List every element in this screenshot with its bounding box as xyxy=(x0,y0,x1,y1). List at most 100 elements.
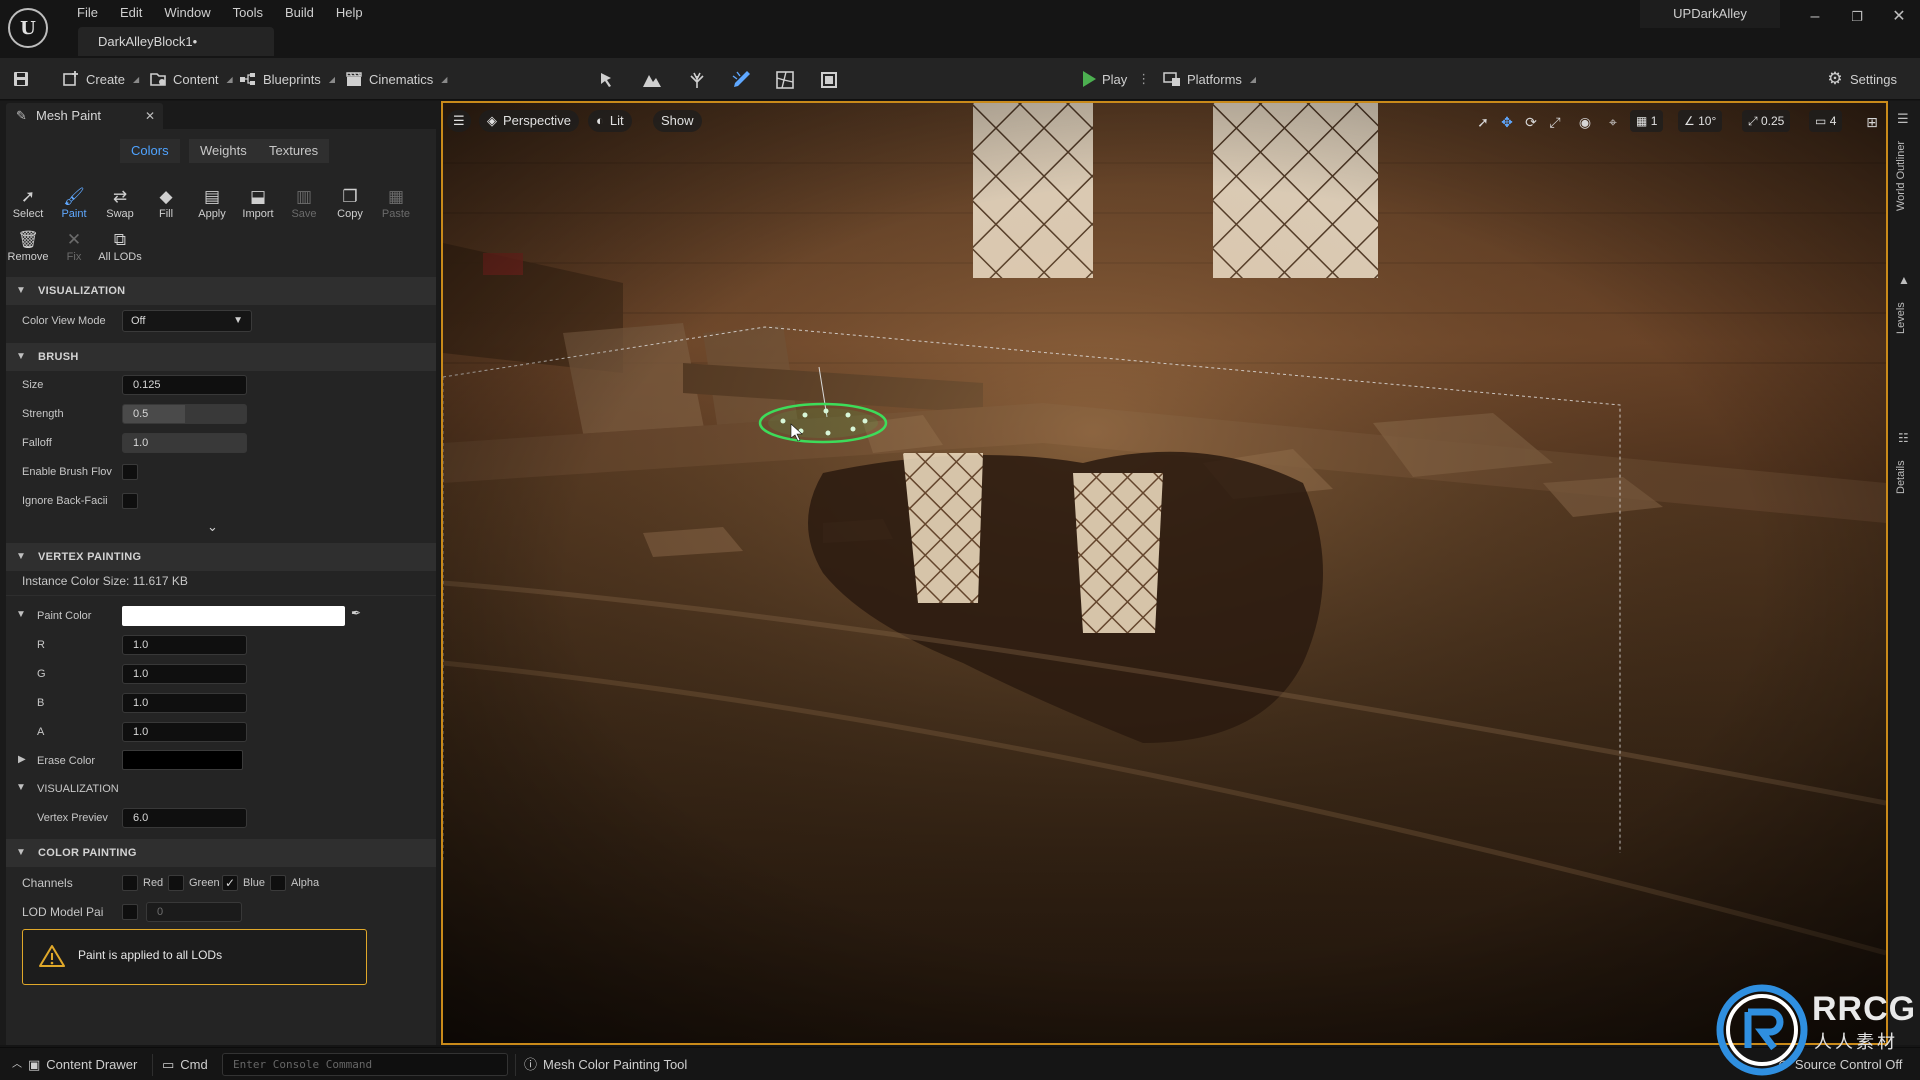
menu-window[interactable]: Window xyxy=(153,3,221,23)
minimize-button[interactable]: – xyxy=(1794,0,1836,34)
vertex-preview-field[interactable]: 6.0 xyxy=(122,808,247,828)
menu-tools[interactable]: Tools xyxy=(222,3,274,23)
foliage-mode-button[interactable] xyxy=(687,66,705,92)
menu-file[interactable]: File xyxy=(66,3,109,23)
color-view-mode-dropdown[interactable]: Off ▼ xyxy=(122,310,252,332)
tool-fill[interactable]: ◆ Fill xyxy=(144,186,188,226)
move-transform-icon[interactable]: ✥ xyxy=(1498,113,1516,131)
platforms-button[interactable]: Platforms ◢ xyxy=(1163,66,1256,92)
play-options-icon[interactable]: ⋮ xyxy=(1137,71,1150,87)
menu-build[interactable]: Build xyxy=(274,3,325,23)
content-button[interactable]: Content ◢ xyxy=(149,66,233,92)
tool-select[interactable]: ➚ Select xyxy=(6,186,50,226)
level-viewport[interactable]: ☰ ◈ Perspective ◐ Lit Show ➚ ✥ ⟳ ⤢ ◉ ⌖ ▦… xyxy=(441,101,1888,1045)
channel-g-field[interactable]: 1.0 xyxy=(122,664,247,684)
lit-button[interactable]: ◐ Lit xyxy=(588,110,632,132)
brush-falloff-label: Falloff xyxy=(22,437,52,449)
brush-size-field[interactable]: 0.125 xyxy=(122,375,247,395)
chevron-right-icon[interactable]: ▶ xyxy=(18,754,26,765)
fracture-mode-button[interactable] xyxy=(775,66,794,92)
tool-paste[interactable]: ▦ Paste xyxy=(374,186,418,226)
tool-save[interactable]: ▥ Save xyxy=(282,186,326,226)
cinematics-button[interactable]: Cinematics ◢ xyxy=(345,66,447,92)
viewport-menu-button[interactable]: ☰ xyxy=(447,110,471,132)
blueprints-button[interactable]: Blueprints ◢ xyxy=(239,66,335,92)
scale-transform-icon[interactable]: ⤢ xyxy=(1546,113,1564,131)
tool-remove[interactable]: 🗑 Remove xyxy=(6,229,50,269)
tool-fix[interactable]: ✕ Fix xyxy=(52,229,96,269)
section-brush[interactable]: ▼ BRUSH xyxy=(6,343,436,371)
rotate-transform-icon[interactable]: ⟳ xyxy=(1522,113,1540,131)
expand-advanced-icon[interactable]: ⌄ xyxy=(207,519,218,535)
tab-details[interactable]: Details xyxy=(1895,451,1915,503)
details-icon[interactable]: ☷ xyxy=(1898,431,1909,445)
tool-copy[interactable]: ❐ Copy xyxy=(328,186,372,226)
channel-b-field[interactable]: 1.0 xyxy=(122,693,247,713)
levels-icon[interactable]: ▲ xyxy=(1898,273,1910,287)
console-input[interactable]: Enter Console Command xyxy=(222,1053,508,1076)
segment-textures[interactable]: Textures xyxy=(258,139,330,163)
erase-color-swatch[interactable] xyxy=(122,750,243,770)
cmd-button[interactable]: ▭ Cmd xyxy=(162,1056,208,1074)
chevron-down-icon[interactable]: ▼ xyxy=(16,609,26,620)
tool-paint[interactable]: 🖌 Paint xyxy=(52,186,96,226)
close-tab-icon[interactable]: ✕ xyxy=(145,103,155,129)
tool-all-lods[interactable]: ⧉ All LODs xyxy=(98,229,142,269)
world-local-icon[interactable]: ◉ xyxy=(1576,113,1594,131)
unreal-logo-icon[interactable]: U xyxy=(8,8,48,48)
rotation-snap-button[interactable]: ∠ 10° xyxy=(1678,110,1723,132)
landscape-mode-button[interactable] xyxy=(642,66,661,92)
save-all-button[interactable] xyxy=(12,66,30,92)
section-visualization[interactable]: ▼ VISUALIZATION xyxy=(6,277,436,305)
eyedropper-icon[interactable]: ✒ xyxy=(351,606,361,620)
section-vertex-painting[interactable]: ▼ VERTEX PAINTING xyxy=(6,543,436,571)
channel-r-field[interactable]: 1.0 xyxy=(122,635,247,655)
chevron-down-icon[interactable]: ▼ xyxy=(16,782,26,793)
tab-world-outliner[interactable]: World Outliner xyxy=(1895,131,1915,221)
perspective-button[interactable]: ◈ Perspective xyxy=(479,110,579,132)
play-button[interactable]: Play ⋮ xyxy=(1083,66,1150,92)
viewport-layout-icon[interactable]: ⊞ xyxy=(1863,113,1881,131)
section-color-painting[interactable]: ▼ COLOR PAINTING xyxy=(6,839,436,867)
menu-help[interactable]: Help xyxy=(325,3,374,23)
channel-alpha-label: Alpha xyxy=(291,877,320,889)
scale-snap-button[interactable]: ⤢ 0.25 xyxy=(1742,110,1791,132)
show-button[interactable]: Show xyxy=(653,110,702,132)
channel-alpha-checkbox[interactable] xyxy=(270,875,286,891)
segment-weights[interactable]: Weights xyxy=(189,139,258,163)
segment-colors[interactable]: Colors xyxy=(120,139,180,163)
enable-brush-flow-checkbox[interactable] xyxy=(122,464,138,480)
lod-model-checkbox[interactable] xyxy=(122,904,138,920)
scene-render[interactable] xyxy=(443,103,1886,1043)
paint-color-swatch[interactable] xyxy=(122,606,345,626)
restore-button[interactable]: ❐ xyxy=(1836,0,1878,34)
brush-falloff-slider[interactable]: 1.0 xyxy=(122,433,247,453)
tool-swap[interactable]: ⇄ Swap xyxy=(98,186,142,226)
tool-import[interactable]: ⬓ Import xyxy=(236,186,280,226)
brush-strength-slider[interactable]: 0.5 xyxy=(122,404,247,424)
channel-red-checkbox[interactable] xyxy=(122,875,138,891)
tool-apply[interactable]: ▤ Apply xyxy=(190,186,234,226)
tab-levels[interactable]: Levels xyxy=(1895,293,1915,343)
outliner-list-icon[interactable]: ☰ xyxy=(1897,111,1909,127)
channel-blue-checkbox[interactable]: ✓ xyxy=(222,875,238,891)
ignore-back-facing-checkbox[interactable] xyxy=(122,493,138,509)
camera-speed-button[interactable]: ▭ 4 xyxy=(1809,110,1843,132)
settings-button[interactable]: ⚙ Settings xyxy=(1826,66,1897,92)
channel-green-checkbox[interactable] xyxy=(168,875,184,891)
mesh-paint-tab[interactable]: ✎ Mesh Paint ✕ xyxy=(6,103,163,129)
select-transform-icon[interactable]: ➚ xyxy=(1474,113,1492,131)
close-button[interactable]: ✕ xyxy=(1878,0,1920,34)
content-drawer-button[interactable]: ︿ ▣ Content Drawer xyxy=(12,1056,137,1074)
menu-edit[interactable]: Edit xyxy=(109,3,153,23)
channel-a-field[interactable]: 1.0 xyxy=(122,722,247,742)
grid-snap-button[interactable]: ▦ 1 xyxy=(1630,110,1664,132)
surface-snap-icon[interactable]: ⌖ xyxy=(1604,113,1622,131)
create-button[interactable]: Create ◢ xyxy=(62,66,139,92)
copy-icon: ❐ xyxy=(342,187,358,206)
lod-model-field[interactable]: 0 xyxy=(146,902,242,922)
modeling-mode-button[interactable] xyxy=(819,66,837,92)
select-mode-button[interactable] xyxy=(597,66,615,92)
mesh-paint-mode-button[interactable] xyxy=(731,66,750,92)
document-tab[interactable]: DarkAlleyBlock1• xyxy=(78,27,274,56)
